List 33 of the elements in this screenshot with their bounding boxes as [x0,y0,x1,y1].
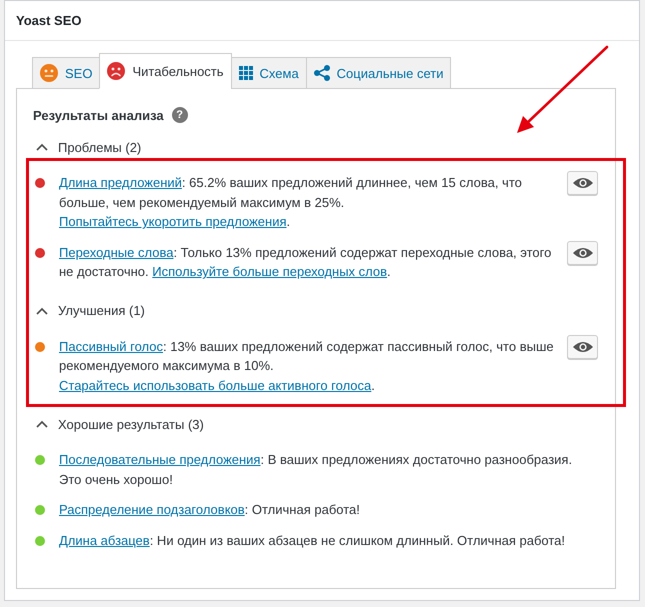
tab[interactable]: Социальные сети [306,57,452,89]
result-text: Последовательные предложения: В ваших предложениях достаточно разнообразия. Это очень хорошо! [59,451,574,489]
eye-icon [572,246,592,258]
eye-icon [572,340,592,352]
result-link[interactable]: Пассивный голос [59,338,163,354]
result-link[interactable]: Переходные слова [59,244,174,260]
section-toggle[interactable]: Хорошие результаты (3) [33,414,204,434]
fix-link[interactable]: Попытайтесь укоротить предложения [59,214,286,229]
metabox-title: Yoast SEO [16,13,82,28]
result-text: Пассивный голос: 13% ваших предложений содержат пассивный голос, что выше рекомендуемого максимума в 10%. Старайтесь использовать больше активного голоса. [59,338,555,395]
section-toggle[interactable]: Проблемы (2) [33,137,142,157]
eye-icon [572,177,592,189]
grid-icon [238,66,253,80]
result-link[interactable]: Последовательные предложения [59,452,260,467]
help-button[interactable]: ? [172,107,188,123]
highlight-button[interactable] [567,240,598,264]
result-text: Длина предложений: 65.2% ваших предложений длиннее, чем 15 слова, что больше, чем рекомендуемый максимум в 25%. Попытайтесь укоротить предложения. [59,174,523,231]
fix-link[interactable]: Старайтесь использовать больше активного голоса [59,378,372,392]
result-link[interactable]: Длина предложений [59,175,182,190]
tab[interactable]: SEO [32,57,100,89]
result-text: Распределение подзаголовков: Отличная работа! [59,501,361,519]
result-text: Длина абзацев: Ни один из ваших абзацев не слишком длинный. Отличная работа! [59,532,566,550]
result-link[interactable]: Распределение подзаголовков [59,502,245,517]
tab[interactable]: Схема [230,57,307,89]
share-icon [314,65,330,81]
result-text: Переходные слова: Только 13% предложений содержат переходные слова, этого не достаточно. Используйте больше переходных слов. [59,244,552,281]
fix-link[interactable]: Используйте больше переходных слов [152,264,388,279]
section-heading: Результаты анализа [33,108,164,122]
section-toggle[interactable]: Улучшения (1) [33,300,145,320]
highlight-button[interactable] [567,334,598,358]
tab[interactable]: Читабельность [99,53,232,89]
result-link[interactable]: Длина абзацев [59,532,150,548]
highlight-button[interactable] [567,171,598,195]
